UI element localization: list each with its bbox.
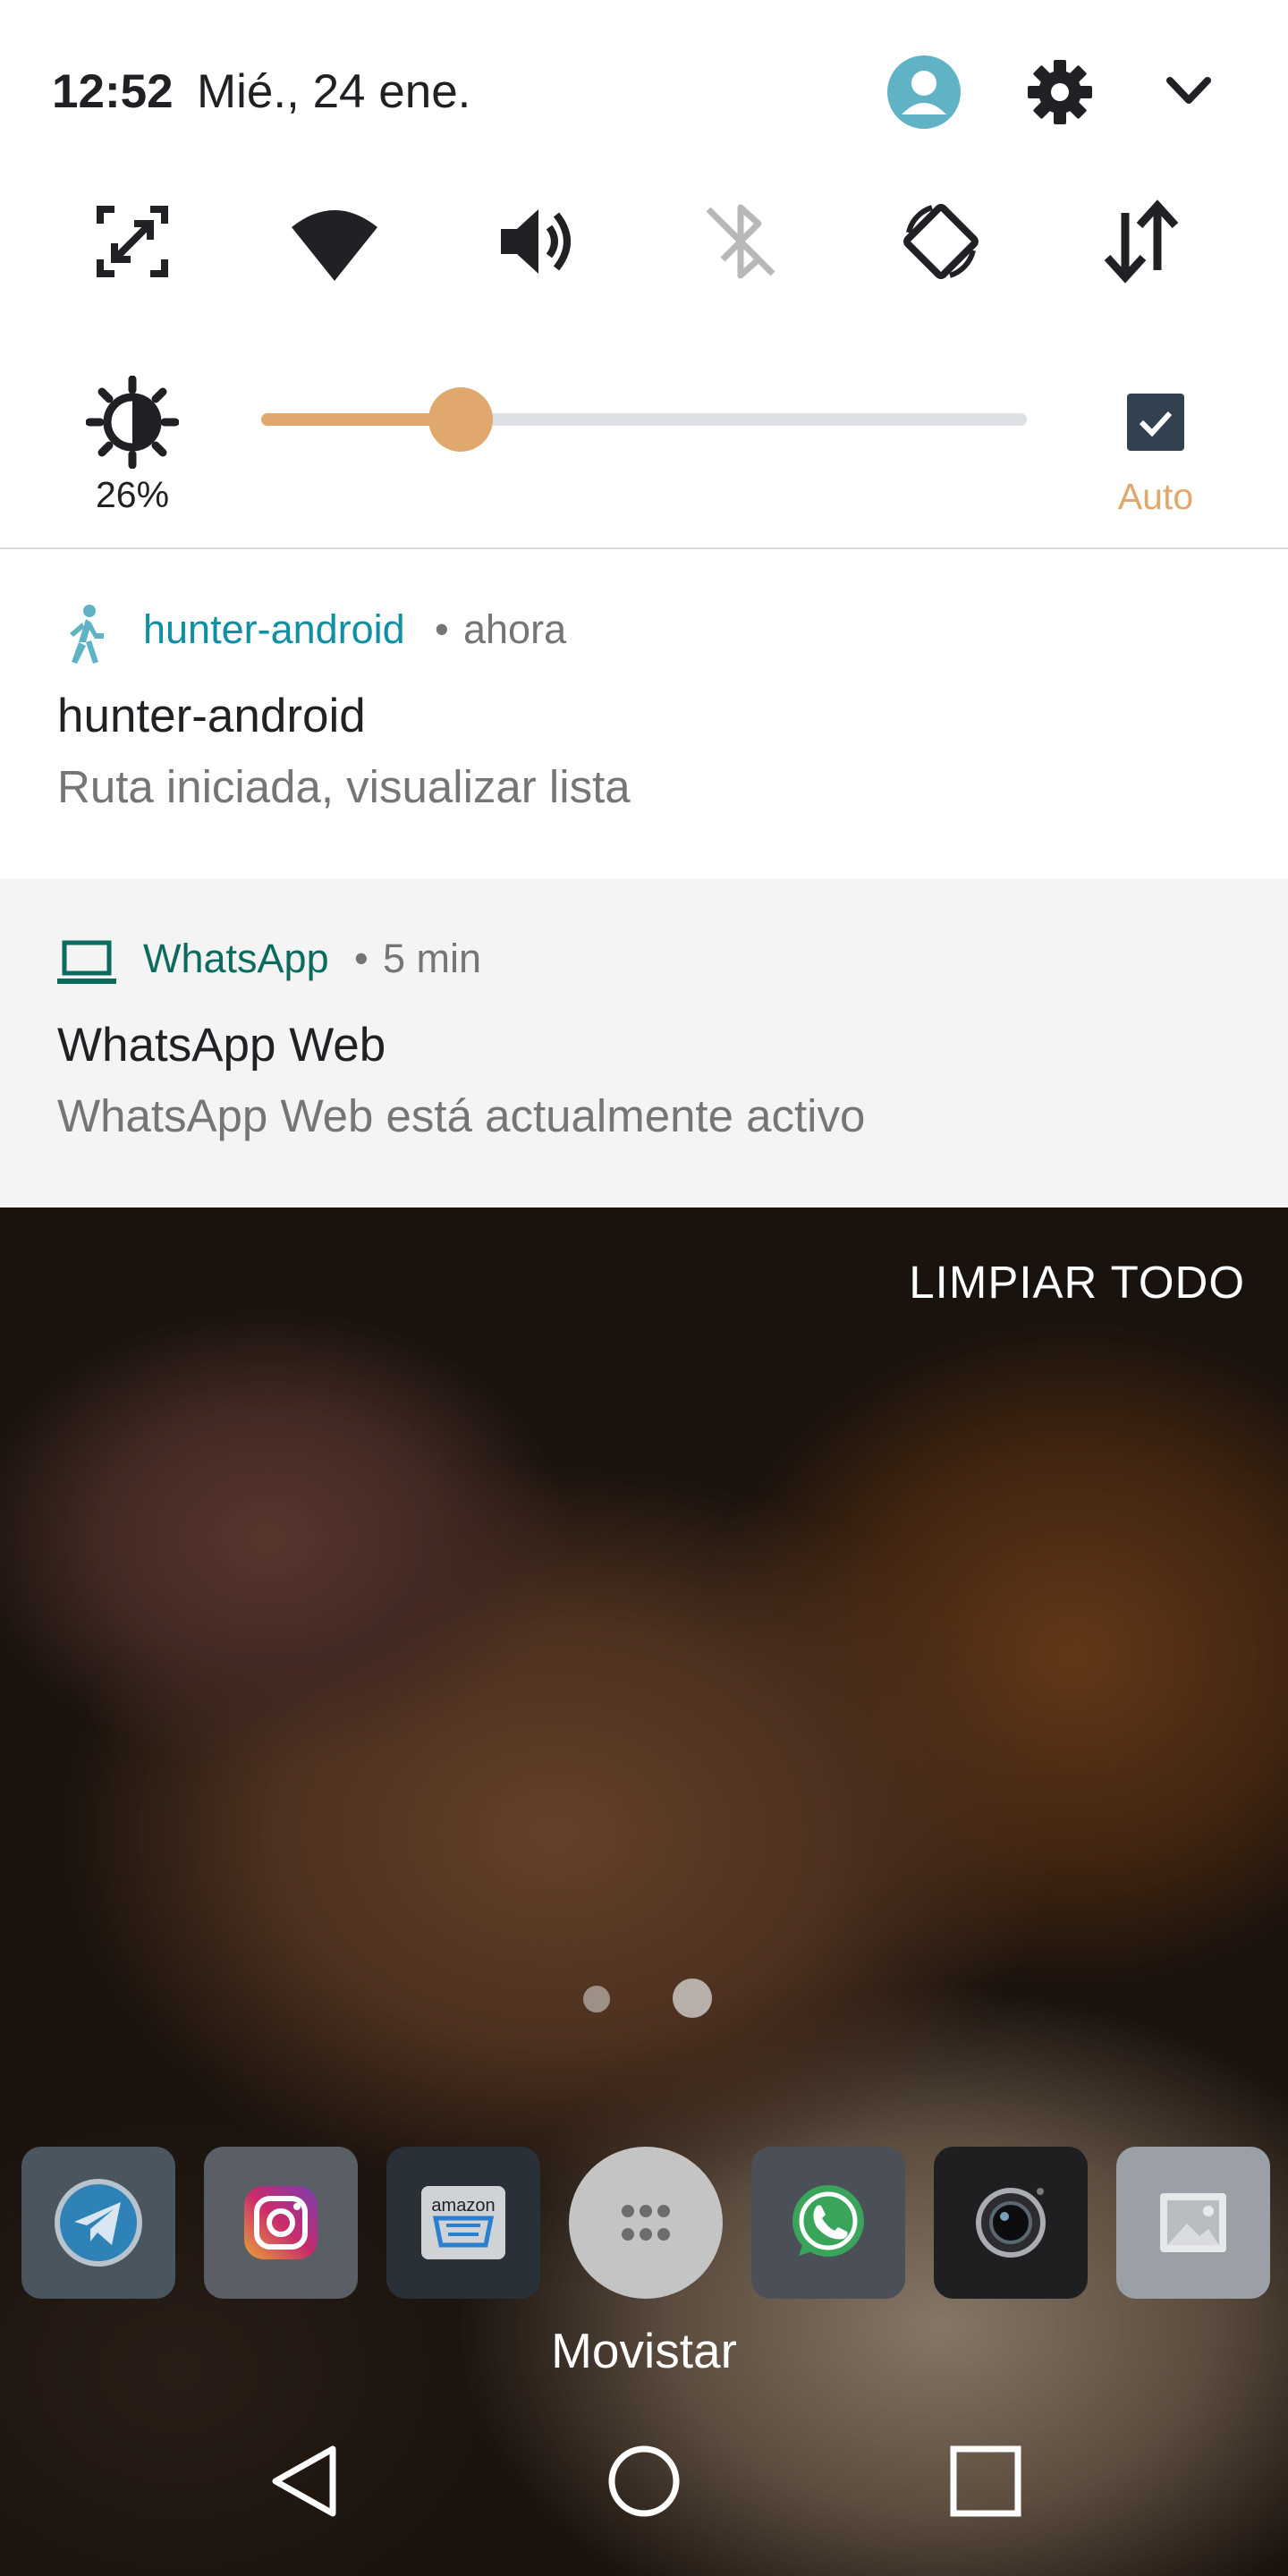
carrier-label: Movistar bbox=[551, 2323, 737, 2378]
page-indicator-dot bbox=[583, 1986, 610, 2012]
amazon-icon[interactable]: amazon bbox=[386, 2147, 540, 2299]
gear-icon[interactable] bbox=[1027, 59, 1093, 125]
page-indicator-dot-active bbox=[673, 1979, 712, 2018]
screen-expand-icon[interactable] bbox=[88, 197, 177, 286]
walking-person-icon bbox=[55, 603, 118, 665]
status-time: 12:52 bbox=[52, 65, 174, 118]
chevron-down-icon[interactable] bbox=[1163, 70, 1215, 113]
app-drawer-icon[interactable] bbox=[569, 2147, 723, 2299]
auto-brightness-checkbox[interactable] bbox=[1127, 394, 1184, 451]
notification-app-name: hunter-android bbox=[143, 606, 405, 652]
brightness-slider[interactable] bbox=[261, 387, 1027, 452]
notification-whatsapp[interactable]: WhatsApp • 5 min WhatsApp Web WhatsApp W… bbox=[0, 878, 1288, 1208]
notification-title: hunter-android bbox=[57, 690, 366, 742]
notification-separator: • bbox=[354, 936, 369, 981]
whatsapp-icon[interactable] bbox=[751, 2147, 905, 2299]
quick-settings-panel: 12:52 Mié., 24 ene. 26% Auto bbox=[0, 0, 1288, 549]
bluetooth-off-icon[interactable] bbox=[696, 197, 785, 286]
amazon-logo-text: amazon bbox=[431, 2196, 495, 2216]
back-button[interactable] bbox=[259, 2436, 349, 2526]
notification-title: WhatsApp Web bbox=[57, 1019, 386, 1072]
notification-text: Ruta iniciada, visualizar lista bbox=[57, 761, 631, 812]
wifi-icon[interactable] bbox=[290, 197, 379, 286]
camera-icon[interactable] bbox=[934, 2147, 1088, 2299]
brightness-slider-thumb[interactable] bbox=[428, 387, 493, 452]
gallery-icon[interactable] bbox=[1116, 2147, 1270, 2299]
notification-hunter-android[interactable]: hunter-android • ahora hunter-android Ru… bbox=[0, 549, 1288, 880]
notification-time: ahora bbox=[463, 606, 567, 652]
telegram-icon[interactable] bbox=[21, 2147, 175, 2299]
status-date: Mié., 24 ene. bbox=[197, 65, 471, 118]
data-transfer-icon[interactable] bbox=[1097, 197, 1186, 286]
notification-app-name: WhatsApp bbox=[143, 936, 329, 981]
brightness-icon bbox=[85, 375, 180, 470]
laptop-icon bbox=[55, 932, 118, 995]
user-icon[interactable] bbox=[887, 55, 961, 129]
notification-time: 5 min bbox=[383, 936, 482, 981]
clear-all-button[interactable]: LIMPIAR TODO bbox=[909, 1256, 1245, 1309]
notification-text: WhatsApp Web está actualmente activo bbox=[57, 1090, 866, 1141]
home-button[interactable] bbox=[599, 2436, 689, 2526]
auto-brightness-label: Auto bbox=[1117, 476, 1194, 517]
auto-rotate-icon[interactable] bbox=[896, 197, 986, 286]
recents-button[interactable] bbox=[941, 2436, 1030, 2526]
brightness-percent: 26% bbox=[95, 474, 170, 515]
volume-icon[interactable] bbox=[492, 197, 581, 286]
instagram-icon[interactable] bbox=[204, 2147, 358, 2299]
notification-separator: • bbox=[435, 606, 449, 652]
